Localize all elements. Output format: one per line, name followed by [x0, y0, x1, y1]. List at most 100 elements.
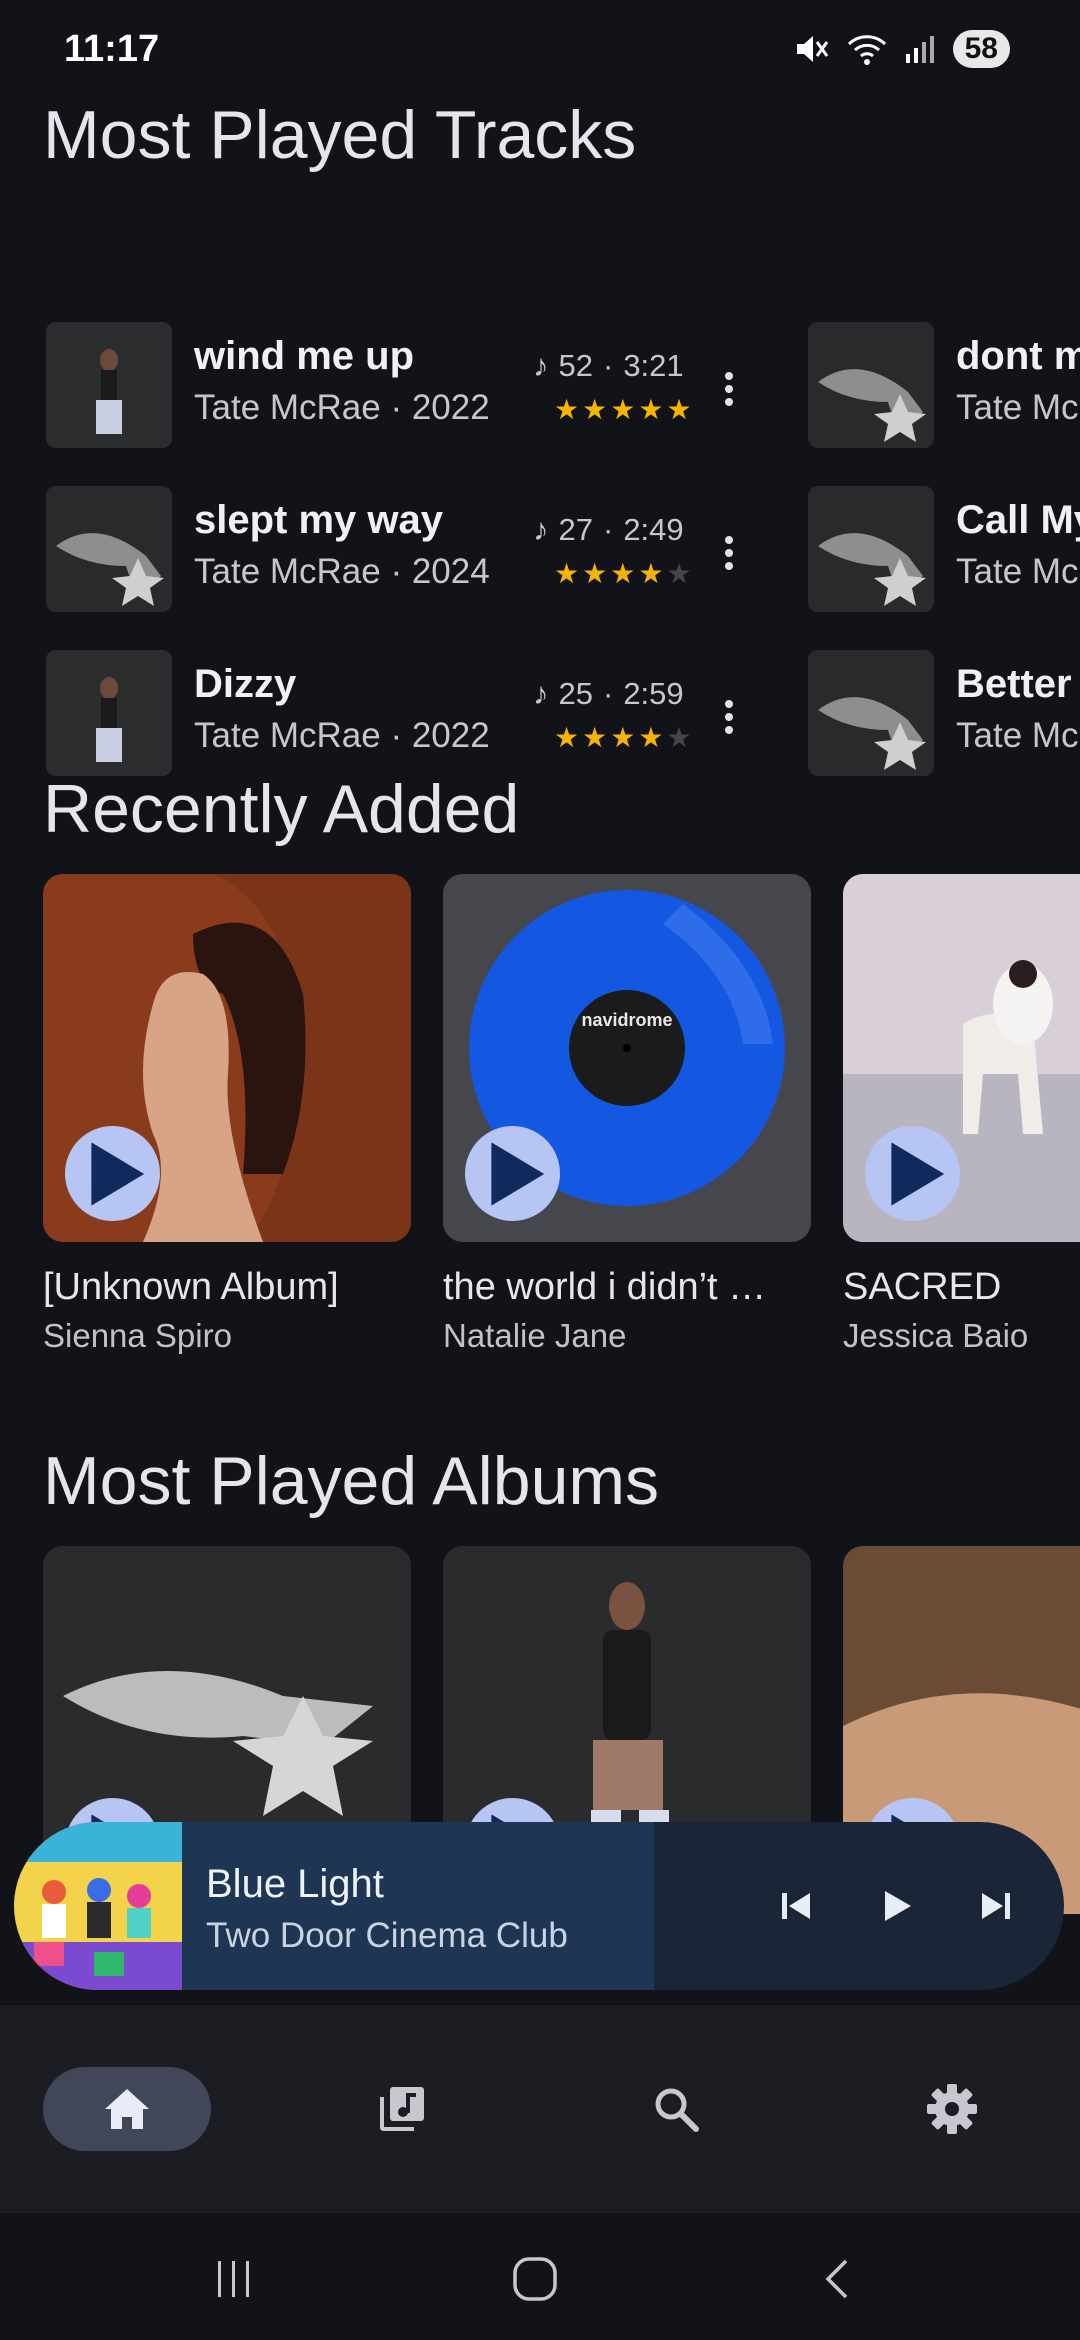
track-title: slept my way: [194, 498, 444, 542]
wifi-icon: [847, 35, 886, 65]
music-note-icon: ♪: [533, 512, 549, 547]
play-pause-button[interactable]: [866, 1876, 926, 1936]
track-artwork: [808, 486, 934, 612]
track-item[interactable]: dont m Tate Mc: [808, 322, 1080, 452]
status-icons: 58: [793, 30, 1010, 68]
track-meta: ♪ 52 · 3:21: [533, 348, 684, 384]
track-item[interactable]: Dizzy Tate McRae · 2022 ♪ 25 · 2:59 ★ ★ ★ ★…: [46, 650, 746, 780]
most-played-tracks-grid[interactable]: wind me up Tate McRae · 2022 ♪ 52 · 3:21…: [0, 230, 1080, 776]
track-title: Call My: [956, 498, 1080, 542]
star-icon: ★: [666, 722, 692, 753]
more-options-icon[interactable]: [714, 372, 744, 412]
star-icon: ★: [610, 394, 636, 425]
album-artist: Sienna Spiro: [43, 1317, 232, 1354]
mute-icon: [796, 36, 828, 62]
track-artist: Tate Mc: [956, 388, 1079, 427]
separator: ·: [602, 512, 614, 547]
star-icon: ★: [610, 722, 636, 753]
mini-player[interactable]: Blue Light Two Door Cinema Club: [14, 1822, 1064, 1990]
play-button[interactable]: [865, 1126, 960, 1221]
play-icon: [91, 1141, 145, 1206]
star-icon: ★: [638, 394, 664, 425]
track-rating[interactable]: ★ ★ ★ ★ ★: [554, 560, 692, 588]
track-rating[interactable]: ★ ★ ★ ★ ★: [554, 724, 692, 752]
previous-button[interactable]: [766, 1876, 826, 1936]
skip-next-icon: [982, 1893, 1010, 1919]
track-artwork: [808, 650, 934, 776]
star-icon: ★: [666, 558, 692, 589]
home-scroll[interactable]: Most Played Tracks wind me up Tate McRae…: [0, 90, 1080, 2010]
track-meta: ♪ 27 · 2:49: [533, 512, 684, 548]
star-icon: ★: [582, 722, 608, 753]
album-title: [Unknown Album]: [43, 1266, 339, 1308]
library-icon: [380, 2087, 424, 2131]
status-bar: 11:17 58: [0, 0, 1080, 100]
recently-added-carousel[interactable]: [Unknown Album] Sienna Spiro navidrome t…: [43, 874, 1080, 1394]
album-card[interactable]: navidrome the world i didn’t … Natalie J…: [443, 874, 811, 1355]
cover-label: navidrome: [581, 1010, 672, 1030]
star-icon: ★: [638, 722, 664, 753]
nav-search[interactable]: [592, 2067, 760, 2151]
track-duration: 3:21: [623, 348, 684, 383]
album-cover: [843, 874, 1080, 1242]
track-item[interactable]: wind me up Tate McRae · 2022 ♪ 52 · 3:21…: [46, 322, 746, 452]
music-note-icon: ♪: [533, 676, 549, 711]
next-button[interactable]: [966, 1876, 1026, 1936]
back-icon: [825, 2259, 848, 2299]
nav-home[interactable]: [43, 2067, 211, 2151]
album-card[interactable]: SACRED Jessica Baio: [843, 874, 1080, 1355]
recent-apps-icon: [218, 2261, 249, 2297]
home-system-button[interactable]: [505, 2249, 565, 2309]
home-circle-icon: [513, 2257, 557, 2301]
status-time: 11:17: [64, 28, 160, 70]
nav-settings[interactable]: [868, 2067, 1036, 2151]
nav-library[interactable]: [318, 2067, 486, 2151]
album-artist: Natalie Jane: [443, 1317, 627, 1354]
track-item[interactable]: Better T Tate Mc: [808, 650, 1080, 780]
track-artist-year: Tate McRae · 2022: [194, 716, 490, 755]
star-icon: ★: [638, 558, 664, 589]
signal-icon: [905, 36, 934, 63]
separator: ·: [602, 348, 614, 383]
track-plays: 25: [558, 676, 593, 711]
track-plays: 27: [558, 512, 593, 547]
star-icon: ★: [554, 722, 580, 753]
star-icon: ★: [554, 394, 580, 425]
track-plays: 52: [558, 348, 593, 383]
home-icon: [105, 2089, 149, 2129]
star-icon: ★: [554, 558, 580, 589]
album-card[interactable]: [Unknown Album] Sienna Spiro: [43, 874, 411, 1355]
track-title: Better T: [956, 662, 1080, 706]
skip-previous-icon: [782, 1893, 810, 1919]
track-item[interactable]: slept my way Tate McRae · 2024 ♪ 27 · 2:…: [46, 486, 746, 616]
music-note-icon: ♪: [533, 348, 549, 383]
track-artist-year: Tate McRae · 2024: [194, 552, 490, 591]
track-item[interactable]: Call My Tate Mc: [808, 486, 1080, 616]
track-duration: 2:59: [623, 676, 684, 711]
now-playing-artwork: [14, 1822, 182, 1990]
section-title-recently-added: Recently Added: [43, 771, 520, 847]
play-icon: [491, 1141, 545, 1206]
play-button[interactable]: [465, 1126, 560, 1221]
track-artwork: [808, 322, 934, 448]
search-icon: [655, 2088, 699, 2132]
album-cover: [43, 874, 411, 1242]
recent-apps-button[interactable]: [204, 2249, 264, 2309]
track-artwork: [46, 486, 172, 612]
more-options-icon[interactable]: [714, 536, 744, 576]
play-button[interactable]: [65, 1126, 160, 1221]
section-title-most-played-tracks: Most Played Tracks: [43, 97, 637, 173]
track-title: dont m: [956, 334, 1080, 378]
back-button[interactable]: [808, 2249, 868, 2309]
system-navigation-bar: [0, 2213, 1080, 2340]
play-icon: [891, 1141, 945, 1206]
track-meta: ♪ 25 · 2:59: [533, 676, 684, 712]
album-artist: Jessica Baio: [843, 1317, 1029, 1354]
album-title: SACRED: [843, 1266, 1002, 1308]
separator: ·: [602, 676, 614, 711]
track-artwork: [46, 322, 172, 448]
more-options-icon[interactable]: [714, 700, 744, 740]
star-icon: ★: [666, 394, 692, 425]
star-icon: ★: [610, 558, 636, 589]
track-rating[interactable]: ★ ★ ★ ★ ★: [554, 396, 692, 424]
